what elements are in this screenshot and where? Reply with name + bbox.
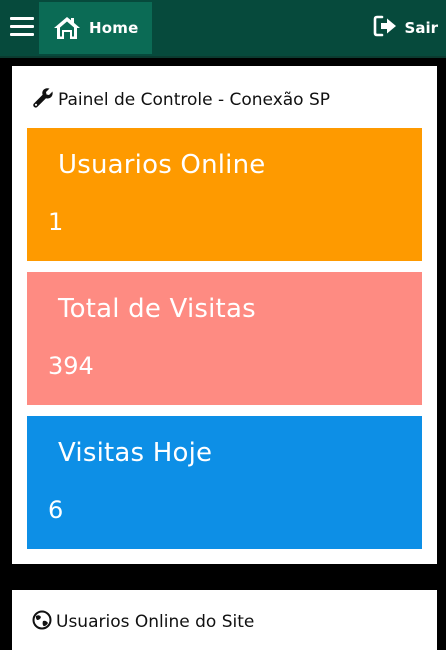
panel-title: Painel de Controle - Conexão SP bbox=[58, 90, 331, 110]
home-icon bbox=[53, 16, 81, 40]
sign-out-icon bbox=[373, 15, 399, 41]
stat-card-value: 1 bbox=[48, 208, 64, 236]
stat-card-users-online: Usuarios Online 1 bbox=[27, 128, 422, 261]
panel-header: Painel de Controle - Conexão SP bbox=[32, 88, 330, 112]
panel2-header: Usuarios Online do Site bbox=[32, 610, 254, 634]
stat-card-visits-today: Visitas Hoje 6 bbox=[27, 416, 422, 549]
online-users-panel: Usuarios Online do Site bbox=[12, 590, 437, 650]
logout-button[interactable]: Sair bbox=[373, 0, 438, 56]
stat-card-total-visits: Total de Visitas 394 bbox=[27, 272, 422, 405]
dashboard-panel: Painel de Controle - Conexão SP Usuarios… bbox=[12, 66, 437, 564]
hamburger-icon[interactable] bbox=[10, 17, 34, 37]
logout-label: Sair bbox=[404, 19, 438, 37]
stat-card-title: Usuarios Online bbox=[58, 150, 266, 180]
globe-icon bbox=[32, 610, 52, 634]
top-navbar: Home Sair bbox=[0, 0, 446, 58]
panel2-title: Usuarios Online do Site bbox=[56, 612, 255, 632]
stat-card-title: Visitas Hoje bbox=[58, 438, 213, 468]
nav-home-label: Home bbox=[89, 19, 139, 37]
nav-home-button[interactable]: Home bbox=[39, 2, 152, 54]
wrench-icon bbox=[32, 87, 54, 113]
stat-card-title: Total de Visitas bbox=[58, 294, 256, 324]
stat-card-value: 394 bbox=[48, 352, 94, 380]
stat-card-value: 6 bbox=[48, 496, 64, 524]
